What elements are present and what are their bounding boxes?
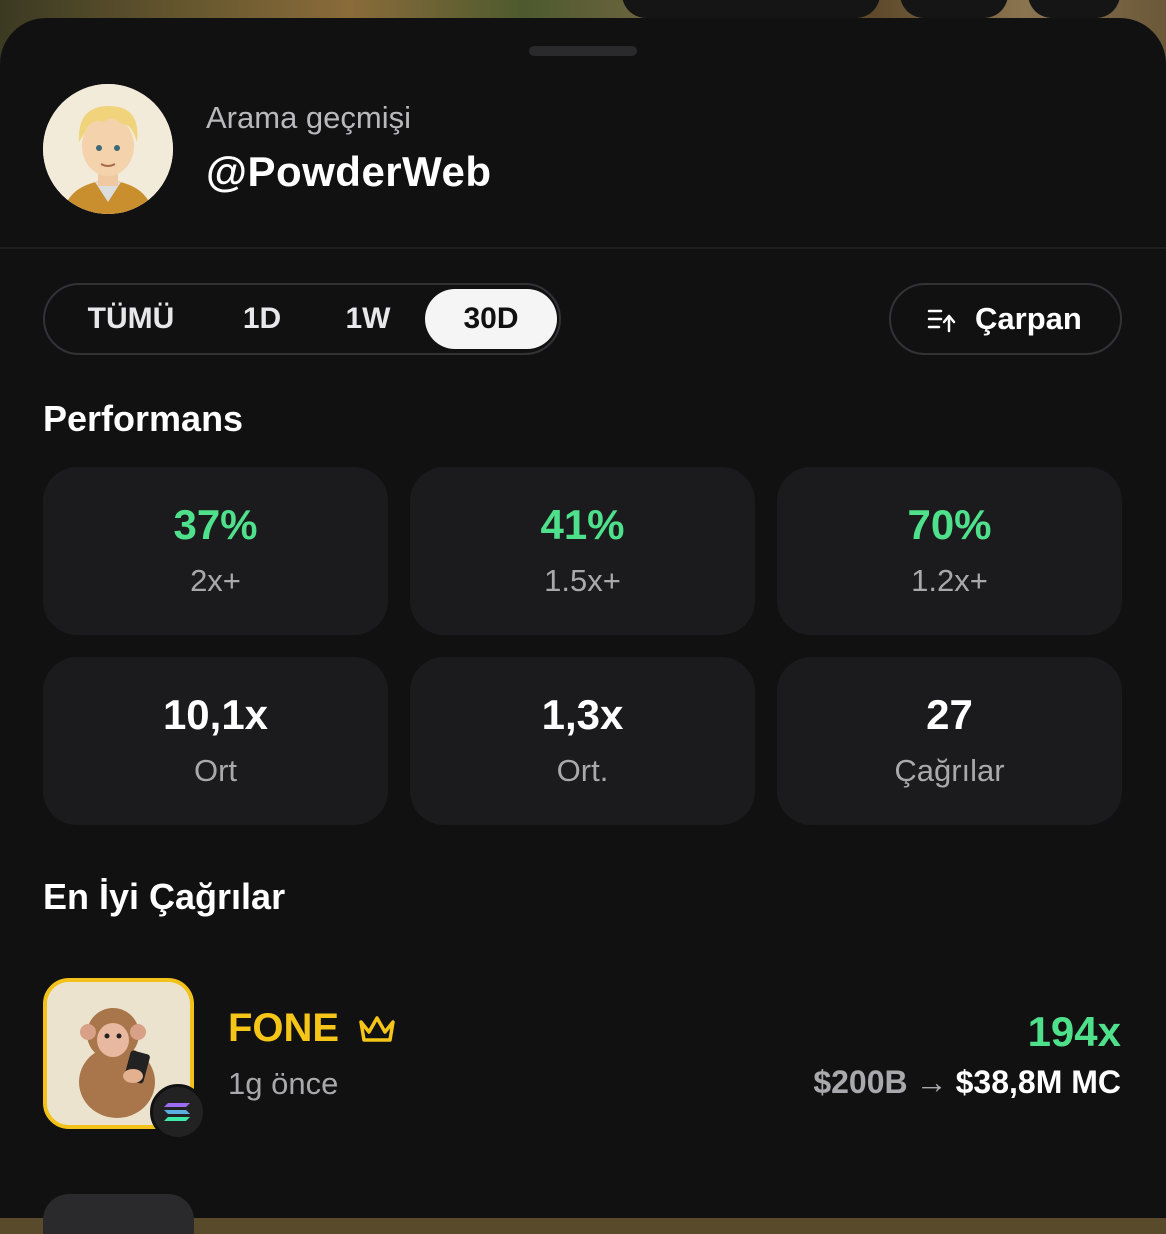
- top-pill-button[interactable]: [622, 0, 880, 18]
- avatar: [43, 84, 173, 214]
- stat-value: 41%: [540, 501, 625, 548]
- stat-caption: 1.5x+: [544, 563, 621, 598]
- solana-icon: [150, 1084, 206, 1140]
- crown-icon: [359, 1016, 395, 1042]
- tab-1w[interactable]: 1W: [329, 285, 407, 353]
- next-call-row[interactable]: [43, 1194, 194, 1234]
- stat-caption: Ort: [193, 753, 238, 788]
- top-icon-button[interactable]: [900, 0, 1008, 18]
- stat-value: 27: [926, 691, 973, 738]
- call-time: 1g önce: [228, 1066, 339, 1101]
- token-name: FONE: [228, 1006, 340, 1050]
- stat-caption: Ort.: [556, 753, 609, 788]
- stat-card: 10,1x Ort: [43, 657, 388, 825]
- stat-value: 70%: [907, 501, 992, 548]
- stat-value: 1,3x: [541, 691, 624, 738]
- username: @PowderWeb: [206, 148, 492, 195]
- stat-caption: Çağrılar: [894, 753, 1005, 788]
- stat-card: 41% 1.5x+: [410, 467, 755, 635]
- performance-heading: Performans: [43, 398, 244, 439]
- stat-caption: 2x+: [190, 563, 241, 598]
- bottom-sheet: Arama geçmişi @PowderWeb TÜMÜ 1D 1W 30D …: [0, 18, 1166, 1234]
- sort-button-label: Çarpan: [975, 301, 1082, 336]
- drag-handle[interactable]: [529, 46, 637, 56]
- mc-from: $200B: [813, 1064, 908, 1100]
- sort-multiplier-button[interactable]: Çarpan: [889, 283, 1122, 355]
- call-multiplier: 194x: [1027, 1008, 1121, 1055]
- arrow-right-icon: →: [915, 1064, 948, 1100]
- page-subtitle: Arama geçmişi: [206, 100, 411, 135]
- tab-all[interactable]: TÜMÜ: [69, 285, 193, 353]
- tab-30d[interactable]: 30D: [425, 289, 557, 349]
- market-cap-change: $200B → $38,8M MC: [813, 1064, 1121, 1101]
- stat-card: 37% 2x+: [43, 467, 388, 635]
- mc-suffix: MC: [1071, 1064, 1121, 1100]
- mc-to: $38,8M: [955, 1064, 1063, 1100]
- stat-card: 1,3x Ort.: [410, 657, 755, 825]
- sort-icon: [927, 309, 956, 333]
- stat-caption: 1.2x+: [911, 563, 988, 598]
- timeframe-tabs: TÜMÜ 1D 1W 30D: [43, 283, 561, 355]
- stat-card: 27 Çağrılar: [777, 657, 1122, 825]
- tab-1d[interactable]: 1D: [223, 285, 301, 353]
- top-settings-button[interactable]: [1028, 0, 1120, 18]
- best-calls-heading: En İyi Çağrılar: [43, 876, 286, 917]
- divider: [0, 247, 1166, 249]
- stat-card: 70% 1.2x+: [777, 467, 1122, 635]
- stat-value: 10,1x: [162, 691, 269, 738]
- stat-value: 37%: [173, 501, 258, 548]
